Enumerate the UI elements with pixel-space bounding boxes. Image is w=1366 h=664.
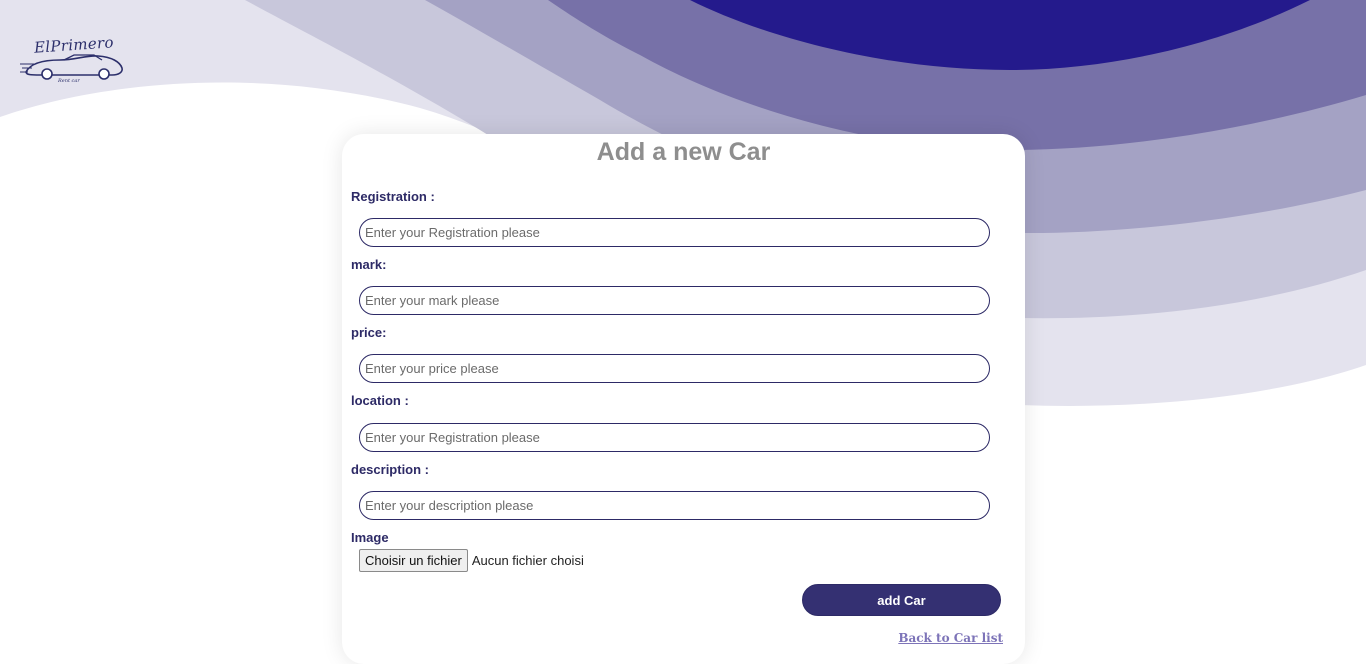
add-car-button[interactable]: add Car bbox=[802, 584, 1001, 616]
image-label: Image bbox=[351, 530, 389, 545]
image-file-input: Choisir un fichier Aucun fichier choisi bbox=[359, 548, 584, 572]
add-car-form: Add a new Car Registration : mark: price… bbox=[342, 134, 1025, 664]
form-title: Add a new Car bbox=[596, 138, 771, 166]
price-label: price: bbox=[351, 325, 387, 340]
registration-input[interactable] bbox=[359, 218, 990, 247]
registration-label: Registration : bbox=[351, 189, 435, 204]
mark-label: mark: bbox=[351, 257, 387, 272]
location-input[interactable] bbox=[359, 423, 990, 452]
back-to-car-list-link[interactable]: Back to Car list bbox=[898, 631, 1003, 645]
file-status-text: Aucun fichier choisi bbox=[471, 552, 584, 568]
car-icon bbox=[20, 54, 123, 80]
location-label: location : bbox=[351, 393, 409, 408]
description-label: description : bbox=[351, 462, 430, 477]
choose-file-button[interactable]: Choisir un fichier bbox=[359, 548, 468, 572]
mark-input[interactable] bbox=[359, 286, 990, 315]
price-input[interactable] bbox=[359, 354, 990, 383]
description-input[interactable] bbox=[359, 491, 990, 520]
brand-logo[interactable]: ElPrimero Rent car bbox=[20, 33, 126, 88]
logo-subtext: Rent car bbox=[58, 78, 80, 84]
